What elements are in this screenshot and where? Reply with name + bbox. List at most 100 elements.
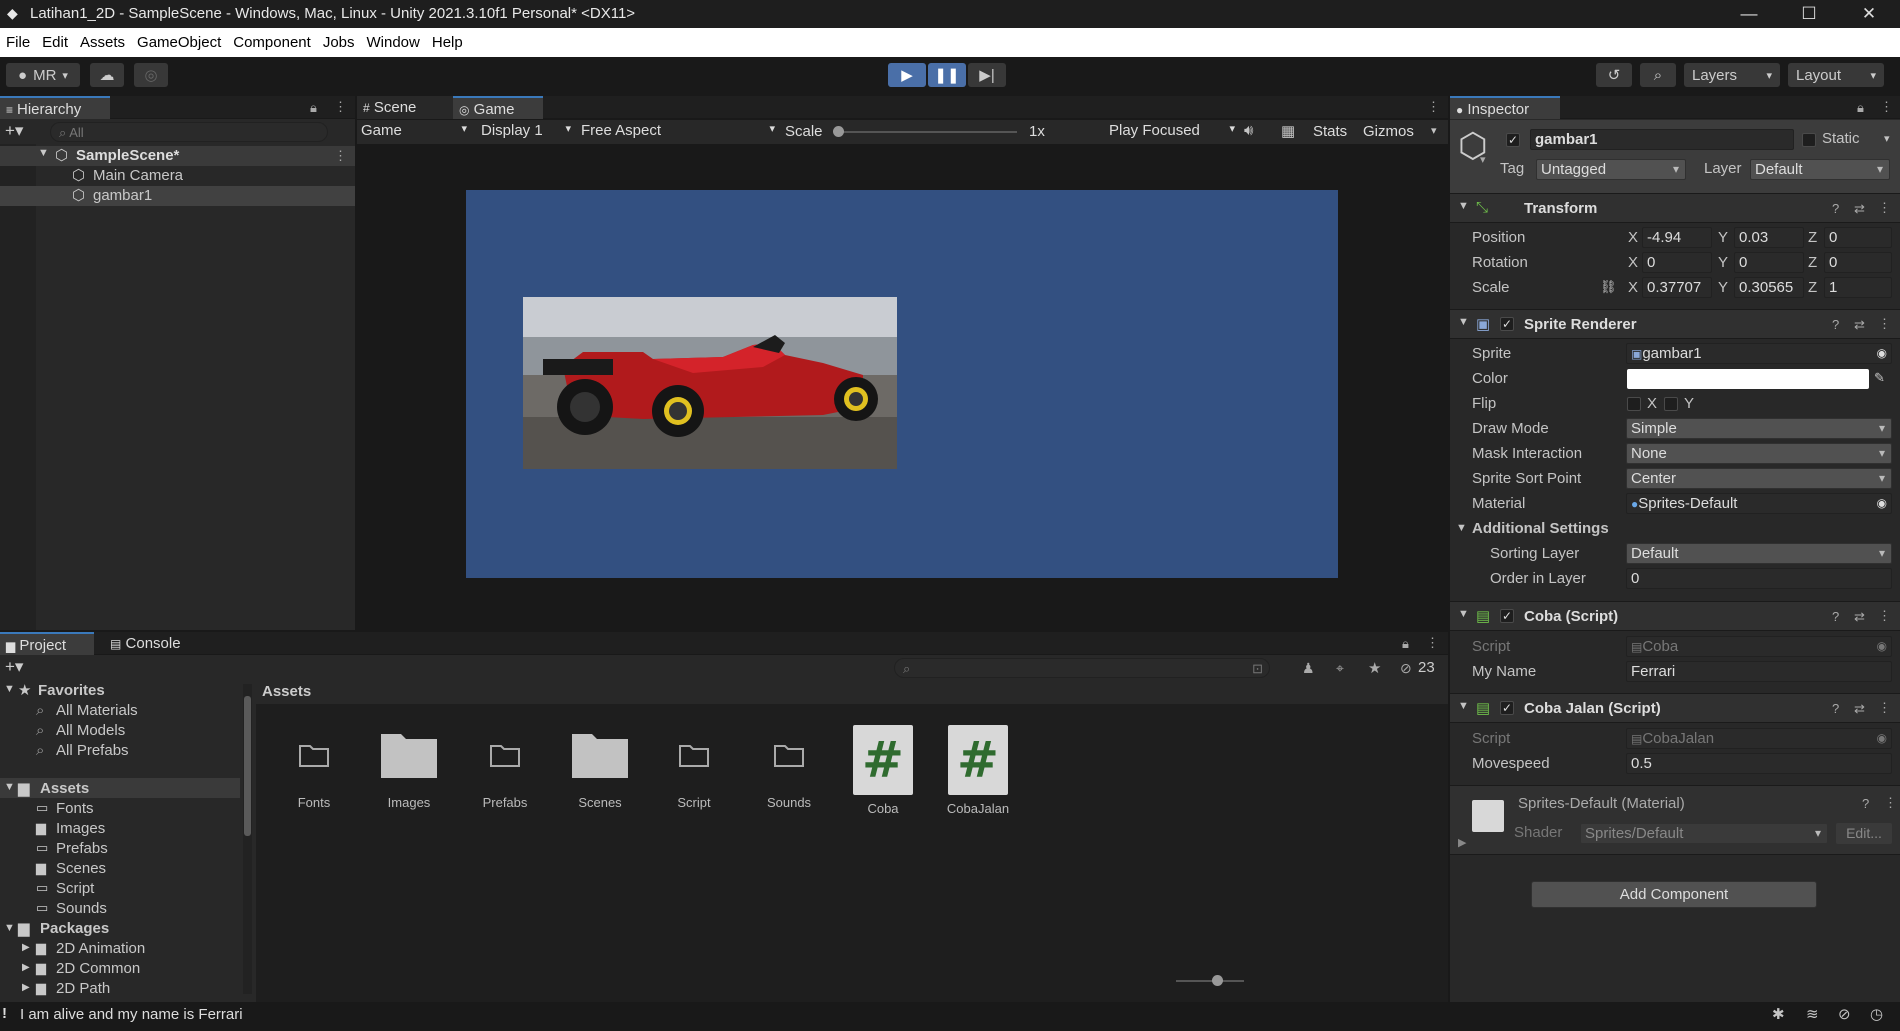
preset-icon[interactable]: ⇄ <box>1854 317 1865 333</box>
project-search-input[interactable]: ⌕ ⊡ <box>894 658 1270 678</box>
coba-script-header[interactable]: ▼ ▤ ✓ Coba (Script) ? ⇄ ⋮ <box>1450 601 1900 631</box>
asset-item[interactable]: Scenes <box>560 725 640 810</box>
package-item[interactable]: 2D Common <box>56 960 140 977</box>
favorite-item[interactable]: All Materials <box>56 702 138 719</box>
hierarchy-item-selected[interactable]: ⬡ gambar1 <box>0 186 355 206</box>
help-icon[interactable]: ? <box>1832 609 1839 624</box>
object-name-field[interactable]: gambar1 <box>1530 129 1794 150</box>
add-component-button[interactable]: Add Component <box>1531 881 1817 908</box>
component-more-icon[interactable]: ⋮ <box>1878 608 1891 624</box>
expand-icon[interactable]: ▶ <box>1458 836 1466 849</box>
collab-icon[interactable]: ◎ <box>134 63 168 87</box>
asset-item[interactable]: Sounds <box>749 725 829 810</box>
history-icon[interactable]: ↺ <box>1596 63 1632 87</box>
menu-gameobject[interactable]: GameObject <box>131 28 227 57</box>
stats-button[interactable]: Stats <box>1313 123 1347 140</box>
help-icon[interactable]: ? <box>1832 701 1839 716</box>
asset-folder-item[interactable]: Scenes <box>56 860 106 877</box>
layout-dropdown[interactable]: Layout ▾ <box>1788 63 1884 87</box>
tree-scrollbar-thumb[interactable] <box>244 696 251 836</box>
audio-icon[interactable]: 🔊︎ <box>1244 122 1253 139</box>
menu-jobs[interactable]: Jobs <box>317 28 361 57</box>
component-more-icon[interactable]: ⋮ <box>1884 795 1897 811</box>
expand-icon[interactable]: ▼ <box>1456 522 1467 534</box>
search-icon[interactable]: ⌕ <box>1640 63 1676 87</box>
preset-icon[interactable]: ⇄ <box>1854 609 1865 625</box>
lock-icon[interactable]: 🔒︎ <box>310 100 317 116</box>
asset-folder-item[interactable]: Fonts <box>56 800 94 817</box>
eyedropper-icon[interactable]: ✎ <box>1874 370 1885 386</box>
more-options-icon[interactable]: ⋮ <box>334 99 347 115</box>
menu-component[interactable]: Component <box>227 28 317 57</box>
more-options-icon[interactable]: ⋮ <box>1426 635 1439 651</box>
additional-settings-foldout[interactable]: Additional Settings <box>1472 520 1609 537</box>
more-options-icon[interactable]: ⋮ <box>1427 99 1440 115</box>
debug-icon[interactable]: ✱ <box>1772 1005 1785 1023</box>
maximize-icon[interactable]: ☐ <box>1780 0 1838 28</box>
tab-hierarchy[interactable]: ≡ Hierarchy <box>0 96 110 119</box>
help-icon[interactable]: ? <box>1862 796 1869 811</box>
tab-inspector[interactable]: ● Inspector <box>1450 96 1560 119</box>
expand-icon[interactable]: ▶ <box>22 942 30 953</box>
favorites-header[interactable]: Favorites <box>38 682 105 699</box>
component-enabled-checkbox[interactable]: ✓ <box>1500 317 1514 331</box>
menu-window[interactable]: Window <box>361 28 426 57</box>
hidden-packages-icon[interactable]: ⊘ <box>1400 660 1412 677</box>
step-button[interactable]: ▶| <box>968 63 1006 87</box>
lock-icon[interactable]: 🔒︎ <box>1857 100 1864 116</box>
sprite-renderer-header[interactable]: ▼ ▣ ✓ Sprite Renderer ? ⇄ ⋮ <box>1450 309 1900 339</box>
expand-icon[interactable]: ▼ <box>4 781 15 793</box>
favorite-item[interactable]: All Models <box>56 722 125 739</box>
coba-jalan-script-header[interactable]: ▼ ▤ ✓ Coba Jalan (Script) ? ⇄ ⋮ <box>1450 693 1900 723</box>
display-mode-dropdown[interactable]: Game ▾ <box>361 122 469 142</box>
tag-dropdown[interactable]: Untagged <box>1536 159 1686 180</box>
asset-folder-item[interactable]: Sounds <box>56 900 107 917</box>
favorite-star-icon[interactable]: ★ <box>1368 659 1381 677</box>
filter-label-icon[interactable]: ⌖ <box>1336 660 1344 677</box>
tab-game[interactable]: ◎ Game <box>453 96 543 119</box>
package-item[interactable]: 2D Animation <box>56 940 145 957</box>
component-more-icon[interactable]: ⋮ <box>1878 200 1891 216</box>
preset-icon[interactable]: ⇄ <box>1854 701 1865 717</box>
help-icon[interactable]: ? <box>1832 201 1839 216</box>
mask-interaction-dropdown[interactable]: None <box>1626 443 1892 464</box>
status-message[interactable]: I am alive and my name is Ferrari <box>20 1006 243 1023</box>
minimize-icon[interactable]: — <box>1720 0 1778 28</box>
object-picker-icon[interactable]: ◉ <box>1877 344 1887 363</box>
menu-assets[interactable]: Assets <box>74 28 131 57</box>
lock-icon[interactable]: 🔒︎ <box>1402 636 1409 652</box>
static-checkbox[interactable] <box>1802 133 1816 147</box>
expand-icon[interactable]: ▼ <box>1458 700 1469 712</box>
filter-type-icon[interactable]: ♟ <box>1302 660 1315 677</box>
asset-folder-item[interactable]: Prefabs <box>56 840 108 857</box>
gizmos-dropdown-icon[interactable]: ▾ <box>1431 124 1437 137</box>
layers-dropdown[interactable]: Layers ▾ <box>1684 63 1780 87</box>
rotation-y-field[interactable]: 0 <box>1734 252 1804 273</box>
asset-folder-item[interactable]: Images <box>56 820 105 837</box>
add-icon[interactable]: +▾ <box>5 657 23 677</box>
package-item[interactable]: 2D Path <box>56 980 110 997</box>
flip-x-checkbox[interactable] <box>1627 397 1641 411</box>
close-icon[interactable]: ✕ <box>1840 0 1898 28</box>
tab-scene[interactable]: # Scene <box>357 96 453 119</box>
play-button[interactable]: ▶ <box>888 63 926 87</box>
asset-item[interactable]: # CobaJalan <box>938 725 1018 816</box>
favorite-item[interactable]: All Prefabs <box>56 742 129 759</box>
scene-row[interactable]: ▼ ⬡ SampleScene* ⋮ <box>0 146 355 166</box>
movespeed-field[interactable]: 0.5 <box>1626 753 1892 774</box>
menu-edit[interactable]: Edit <box>36 28 74 57</box>
menu-help[interactable]: Help <box>426 28 469 57</box>
asset-item[interactable]: Fonts <box>274 725 354 810</box>
scale-x-field[interactable]: 0.37707 <box>1642 277 1712 298</box>
material-field[interactable]: ●Sprites-Default ◉ <box>1626 493 1892 514</box>
expand-icon[interactable]: ▶ <box>22 982 30 993</box>
asset-item[interactable]: # Coba <box>843 725 923 816</box>
expand-icon[interactable]: ▼ <box>1458 316 1469 328</box>
rotation-x-field[interactable]: 0 <box>1642 252 1712 273</box>
expand-icon[interactable]: ▶ <box>22 962 30 973</box>
layer-dropdown[interactable]: Default <box>1750 159 1890 180</box>
asset-item[interactable]: Script <box>654 725 734 810</box>
component-enabled-checkbox[interactable]: ✓ <box>1500 609 1514 623</box>
cache-server-icon[interactable]: ≋ <box>1806 1005 1819 1023</box>
position-x-field[interactable]: -4.94 <box>1642 227 1712 248</box>
